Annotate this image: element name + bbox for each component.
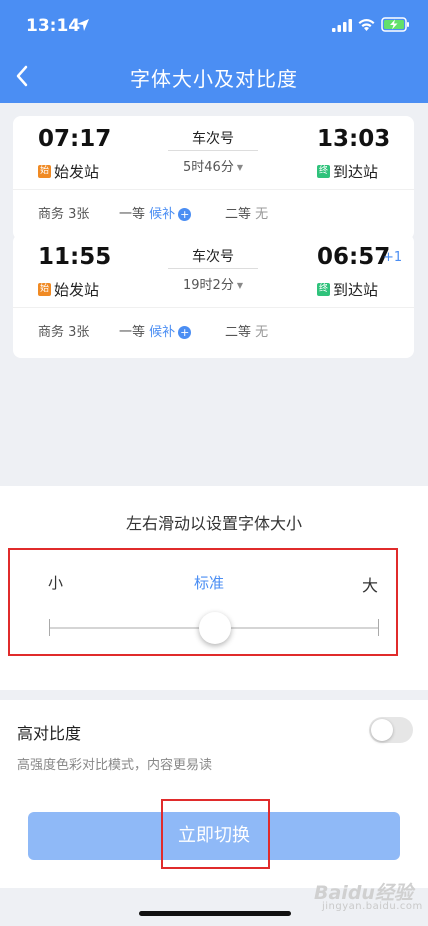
font-size-panel: 左右滑动以设置字体大小 小 标准 大: [0, 486, 428, 690]
wifi-icon: [358, 19, 375, 31]
seat-label: 商务: [38, 207, 65, 222]
train-divider: [168, 268, 258, 269]
seat-business: 商务 3张: [38, 321, 89, 340]
arrive-station-label: 到达站: [333, 281, 379, 299]
train-card[interactable]: 07:17 始 始发站 车次号 5时46分 ▼ 13:03 终 到达站 商务 3张…: [13, 116, 414, 240]
caret-down-icon: ▼: [236, 281, 243, 290]
high-contrast-toggle[interactable]: [369, 717, 413, 743]
seat-label: 一等: [119, 325, 146, 340]
duration-text: 5时46分: [183, 160, 234, 175]
seat-value: 3张: [68, 325, 90, 340]
seat-first[interactable]: 一等 候补 +: [119, 203, 192, 222]
toggle-knob: [371, 719, 393, 741]
card-divider: [13, 189, 414, 190]
arrive-time: 13:03: [317, 126, 391, 152]
battery-charging-icon: [381, 17, 409, 32]
seat-value: 无: [255, 207, 269, 222]
depart-station-label: 始发站: [54, 163, 100, 181]
train-card[interactable]: 11:55 始 始发站 车次号 19时2分 ▼ 06:57 +1 终 到达站 商务…: [13, 234, 414, 358]
day-offset: +1: [383, 250, 403, 265]
train-number: 车次号: [192, 249, 234, 265]
page-title: 字体大小及对比度: [130, 67, 298, 91]
duration[interactable]: 19时2分 ▼: [153, 274, 273, 293]
home-indicator[interactable]: [139, 911, 291, 916]
depart-station-label: 始发站: [54, 281, 100, 299]
start-badge: 始: [38, 165, 51, 178]
seat-label: 一等: [119, 207, 146, 222]
card-divider: [13, 307, 414, 308]
seat-value: 无: [255, 325, 269, 340]
depart-time: 11:55: [38, 244, 112, 270]
high-contrast-title: 高对比度: [17, 724, 82, 743]
depart-time: 07:17: [38, 126, 112, 152]
annotation-box: [161, 799, 270, 869]
location-arrow-icon: [77, 19, 89, 31]
waitlist-link[interactable]: 候补: [149, 207, 175, 222]
train-divider: [168, 150, 258, 151]
duration-text: 19时2分: [183, 278, 234, 293]
seat-label: 商务: [38, 325, 65, 340]
status-time: 13:14: [26, 16, 81, 36]
annotation-box: [8, 548, 398, 656]
arrive-station-label: 到达站: [333, 163, 379, 181]
app-header: 13:14 字体大小及对比度: [0, 0, 428, 103]
train-number: 车次号: [192, 131, 234, 147]
duration[interactable]: 5时46分 ▼: [153, 156, 273, 175]
start-badge: 始: [38, 283, 51, 296]
seat-second: 二等 无: [225, 203, 268, 222]
arrive-station: 终 到达站: [317, 279, 378, 300]
arrive-time: 06:57: [317, 244, 391, 270]
plus-circle-icon[interactable]: +: [178, 326, 192, 339]
status-bar: 13:14: [0, 0, 428, 50]
arrive-station: 终 到达站: [317, 161, 378, 182]
depart-station: 始 始发站: [38, 161, 99, 182]
caret-down-icon: ▼: [236, 163, 243, 172]
baidu-watermark: Baidu经验 jingyan.baidu.com: [308, 878, 422, 914]
cellular-signal-icon: [332, 19, 352, 32]
contrast-panel: 高对比度 高强度色彩对比模式，内容更易读 立即切换: [0, 700, 428, 888]
font-size-hint: 左右滑动以设置字体大小: [125, 514, 302, 533]
seat-label: 二等: [225, 207, 252, 222]
plus-circle-icon[interactable]: +: [178, 208, 192, 221]
seat-label: 二等: [225, 325, 252, 340]
end-badge: 终: [317, 165, 330, 178]
watermark-url: jingyan.baidu.com: [322, 901, 423, 912]
waitlist-link[interactable]: 候补: [149, 325, 175, 340]
seat-value: 3张: [68, 207, 90, 222]
seat-business: 商务 3张: [38, 203, 89, 222]
high-contrast-description: 高强度色彩对比模式，内容更易读: [17, 758, 213, 773]
end-badge: 终: [317, 283, 330, 296]
seat-first[interactable]: 一等 候补 +: [119, 321, 192, 340]
seat-second: 二等 无: [225, 321, 268, 340]
depart-station: 始 始发站: [38, 279, 99, 300]
